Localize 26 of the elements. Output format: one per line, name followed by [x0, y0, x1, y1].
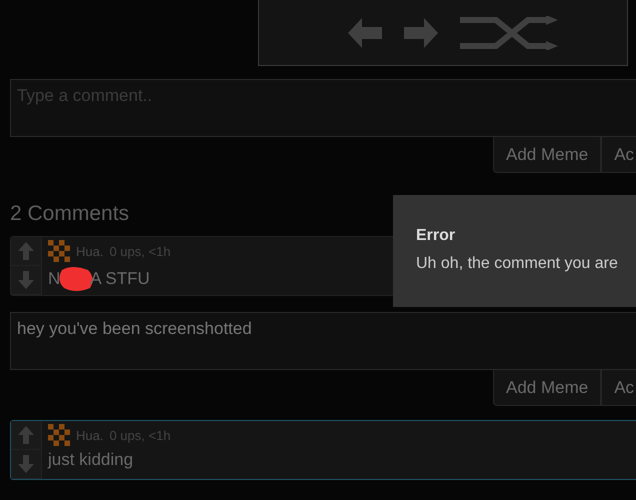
downvote-button[interactable] — [11, 450, 41, 479]
avatar-icon — [48, 240, 70, 262]
comments-heading: 2 Comments — [10, 202, 130, 226]
reply-input[interactable]: hey you've been screenshotted — [10, 312, 636, 370]
next-button[interactable] — [404, 18, 438, 48]
shuffle-icon — [460, 16, 558, 50]
upvote-button[interactable] — [11, 237, 41, 266]
comment-text: N — [48, 269, 60, 289]
comment-text: just kidding — [48, 450, 134, 470]
random-button[interactable] — [460, 16, 558, 50]
up-arrow-icon — [18, 426, 34, 444]
down-arrow-icon — [18, 455, 34, 473]
right-arrow-icon — [404, 18, 438, 48]
dialog-title: Error — [416, 227, 456, 245]
avatar-icon — [48, 424, 70, 446]
upvote-button[interactable] — [11, 421, 41, 450]
down-arrow-icon — [18, 271, 34, 289]
previous-button[interactable] — [348, 18, 382, 48]
add-meme-button[interactable]: Add Meme — [493, 137, 602, 173]
dialog-message: Uh oh, the comment you are — [416, 255, 619, 273]
downvote-button[interactable] — [11, 266, 41, 295]
add-button[interactable]: Ac — [601, 370, 636, 406]
add-meme-button[interactable]: Add Meme — [493, 370, 602, 406]
left-arrow-icon — [348, 18, 382, 48]
up-arrow-icon — [18, 242, 34, 260]
add-button[interactable]: Ac — [601, 137, 636, 173]
